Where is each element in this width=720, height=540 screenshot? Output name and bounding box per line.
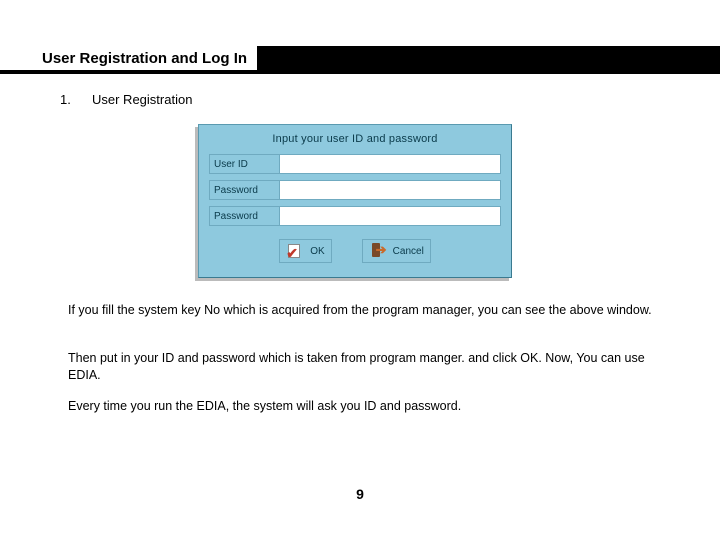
ok-button[interactable]: OK <box>279 239 331 263</box>
input-password2[interactable] <box>279 206 501 226</box>
header-band: User Registration and Log In <box>0 46 720 74</box>
page-title: User Registration and Log In <box>42 50 247 67</box>
cancel-button-label: Cancel <box>393 246 424 257</box>
input-userid[interactable] <box>279 154 501 174</box>
paragraph-2: Then put in your ID and password which i… <box>68 350 652 384</box>
label-userid: User ID <box>209 154 279 174</box>
section-title: User Registration <box>92 92 192 107</box>
check-document-icon <box>286 242 304 260</box>
exit-door-icon <box>369 242 387 260</box>
section-number: 1. <box>60 92 71 107</box>
login-dialog: Input your user ID and password User ID … <box>198 124 512 278</box>
page-number: 9 <box>0 486 720 502</box>
ok-button-label: OK <box>310 246 324 257</box>
row-userid: User ID <box>199 151 511 177</box>
row-password2: Password <box>199 203 511 229</box>
cancel-button[interactable]: Cancel <box>362 239 431 263</box>
paragraph-1: If you fill the system key No which is a… <box>68 302 652 319</box>
label-password1: Password <box>209 180 279 200</box>
header-title-wrap: User Registration and Log In <box>0 46 257 70</box>
label-password2: Password <box>209 206 279 226</box>
row-password1: Password <box>199 177 511 203</box>
paragraph-3: Every time you run the EDIA, the system … <box>68 398 652 415</box>
dialog-caption: Input your user ID and password <box>199 125 511 151</box>
dialog-button-row: OK Cancel <box>199 239 511 263</box>
input-password1[interactable] <box>279 180 501 200</box>
